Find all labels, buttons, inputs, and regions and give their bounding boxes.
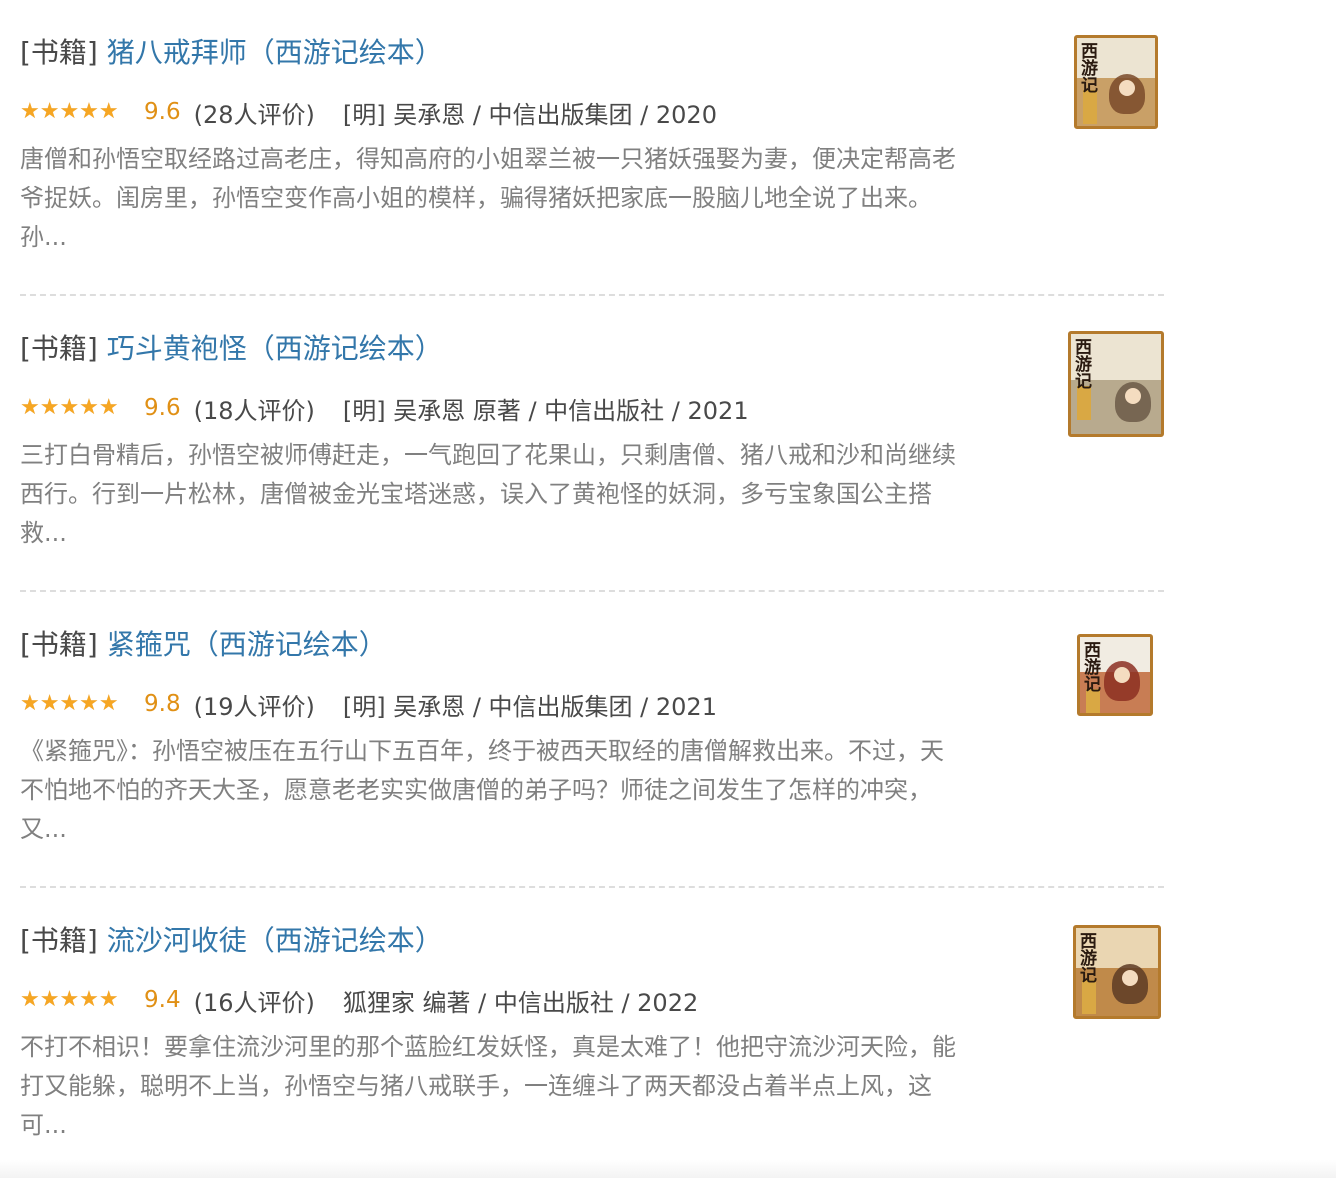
category-tag: [书籍] bbox=[20, 628, 98, 661]
star-icon: ★★★★★ bbox=[20, 693, 119, 715]
description-line: 孙... bbox=[20, 223, 67, 251]
category-tag: [书籍] bbox=[20, 924, 98, 957]
cover-art-face bbox=[1122, 970, 1138, 986]
book-result-item: [书籍] 巧斗黄袍怪（西游记绘本） ★★★★★ ★★★★★ 9.6 (18人评价… bbox=[20, 296, 1164, 592]
cover-art-face bbox=[1125, 388, 1141, 404]
rating-score: 9.8 bbox=[144, 691, 181, 717]
book-result-item: [书籍] 猪八戒拜师（西游记绘本） ★★★★★ ★★★★★ 9.6 (28人评价… bbox=[20, 0, 1164, 296]
result-title: [书籍] 紧箍咒（西游记绘本） bbox=[20, 625, 387, 665]
rating-stars: ★★★★★ ★★★★★ bbox=[20, 397, 130, 419]
cover-title: 西游记 bbox=[1075, 338, 1092, 392]
rating-stars: ★★★★★ ★★★★★ bbox=[20, 693, 130, 715]
book-cover-image[interactable]: 西游记 bbox=[1074, 35, 1158, 129]
book-description: 三打白骨精后，孙悟空被师傅赶走，一气跑回了花果山，只剩唐僧、猪八戒和沙和尚继续 … bbox=[20, 436, 1040, 553]
rating-count: (18人评价) bbox=[193, 396, 315, 425]
description-line: 不怕地不怕的齐天大圣，愿意老老实实做唐僧的弟子吗？师徒之间发生了怎样的冲突， bbox=[20, 776, 932, 804]
book-result-item: [书籍] 紧箍咒（西游记绘本） ★★★★★ ★★★★★ 9.8 (19人评价) … bbox=[20, 592, 1164, 888]
description-line: 《紧箍咒》：孙悟空被压在五行山下五百年，终于被西天取经的唐僧解救出来。不过，天 bbox=[20, 737, 944, 765]
book-title-link[interactable]: 流沙河收徒（西游记绘本） bbox=[107, 924, 443, 957]
description-line: 爷捉妖。闺房里，孙悟空变作高小姐的模样，骗得猪妖把家底一股脑儿地全说了出来。 bbox=[20, 184, 932, 212]
rating-stars: ★★★★★ ★★★★★ bbox=[20, 101, 130, 123]
description-line: 又... bbox=[20, 815, 67, 843]
rating-score: 9.6 bbox=[144, 395, 181, 421]
star-icon: ★★★★★ bbox=[20, 101, 119, 123]
search-result-list: [书籍] 猪八戒拜师（西游记绘本） ★★★★★ ★★★★★ 9.6 (28人评价… bbox=[20, 0, 1164, 1184]
result-meta: ★★★★★ ★★★★★ 9.8 (19人评价) [明] 吴承恩 / 中信出版集团… bbox=[20, 686, 717, 722]
description-line: 唐僧和孙悟空取经路过高老庄，得知高府的小姐翠兰被一只猪妖强娶为妻，便决定帮高老 bbox=[20, 145, 956, 173]
description-line: 救... bbox=[20, 519, 67, 547]
book-description: 唐僧和孙悟空取经路过高老庄，得知高府的小姐翠兰被一只猪妖强娶为妻，便决定帮高老 … bbox=[20, 140, 1040, 257]
star-icon: ★★★★★ bbox=[20, 989, 119, 1011]
result-title: [书籍] 巧斗黄袍怪（西游记绘本） bbox=[20, 329, 443, 369]
publication-info: [明] 吴承恩 / 中信出版集团 / 2021 bbox=[342, 692, 717, 721]
book-description: 《紧箍咒》：孙悟空被压在五行山下五百年，终于被西天取经的唐僧解救出来。不过，天 … bbox=[20, 732, 1040, 849]
category-tag: [书籍] bbox=[20, 332, 98, 365]
description-line: 可... bbox=[20, 1111, 67, 1139]
book-description: 不打不相识！要拿住流沙河里的那个蓝脸红发妖怪，真是太难了！他把守流沙河天险，能 … bbox=[20, 1028, 1040, 1145]
result-meta: ★★★★★ ★★★★★ 9.6 (18人评价) [明] 吴承恩 原著 / 中信出… bbox=[20, 390, 749, 426]
publication-info: [明] 吴承恩 / 中信出版集团 / 2020 bbox=[342, 100, 717, 129]
result-meta: ★★★★★ ★★★★★ 9.4 (16人评价) 狐狸家 编著 / 中信出版社 /… bbox=[20, 982, 698, 1018]
book-result-item: [书籍] 流沙河收徒（西游记绘本） ★★★★★ ★★★★★ 9.4 (16人评价… bbox=[20, 888, 1164, 1184]
cover-title: 西游记 bbox=[1081, 42, 1098, 96]
rating-count: (28人评价) bbox=[193, 100, 315, 129]
publication-info: [明] 吴承恩 原著 / 中信出版社 / 2021 bbox=[342, 396, 749, 425]
rating-score: 9.6 bbox=[144, 99, 181, 125]
rating-stars: ★★★★★ ★★★★★ bbox=[20, 989, 130, 1011]
result-title: [书籍] 猪八戒拜师（西游记绘本） bbox=[20, 33, 443, 73]
cover-title: 西游记 bbox=[1084, 641, 1101, 695]
description-line: 西行。行到一片松林，唐僧被金光宝塔迷惑，误入了黄袍怪的妖洞，多亏宝象国公主搭 bbox=[20, 480, 932, 508]
star-icon: ★★★★★ bbox=[20, 397, 119, 419]
result-title: [书籍] 流沙河收徒（西游记绘本） bbox=[20, 921, 443, 961]
book-cover-image[interactable]: 西游记 bbox=[1077, 634, 1153, 716]
book-title-link[interactable]: 紧箍咒（西游记绘本） bbox=[107, 628, 387, 661]
cover-title: 西游记 bbox=[1080, 932, 1097, 986]
category-tag: [书籍] bbox=[20, 36, 98, 69]
rating-count: (16人评价) bbox=[193, 988, 315, 1017]
description-line: 三打白骨精后，孙悟空被师傅赶走，一气跑回了花果山，只剩唐僧、猪八戒和沙和尚继续 bbox=[20, 441, 956, 469]
rating-count: (19人评价) bbox=[193, 692, 315, 721]
result-meta: ★★★★★ ★★★★★ 9.6 (28人评价) [明] 吴承恩 / 中信出版集团… bbox=[20, 94, 717, 130]
description-line: 打又能躲，聪明不上当，孙悟空与猪八戒联手，一连缠斗了两天都没占着半点上风，这 bbox=[20, 1072, 932, 1100]
cover-art-face bbox=[1114, 667, 1130, 683]
description-line: 不打不相识！要拿住流沙河里的那个蓝脸红发妖怪，真是太难了！他把守流沙河天险，能 bbox=[20, 1033, 956, 1061]
page-bottom-edge bbox=[0, 1160, 1336, 1178]
publication-info: 狐狸家 编著 / 中信出版社 / 2022 bbox=[342, 988, 699, 1017]
rating-score: 9.4 bbox=[144, 987, 181, 1013]
cover-art-face bbox=[1119, 80, 1135, 96]
book-title-link[interactable]: 巧斗黄袍怪（西游记绘本） bbox=[107, 332, 443, 365]
book-title-link[interactable]: 猪八戒拜师（西游记绘本） bbox=[107, 36, 443, 69]
book-cover-image[interactable]: 西游记 bbox=[1068, 331, 1164, 437]
book-cover-image[interactable]: 西游记 bbox=[1073, 925, 1161, 1019]
